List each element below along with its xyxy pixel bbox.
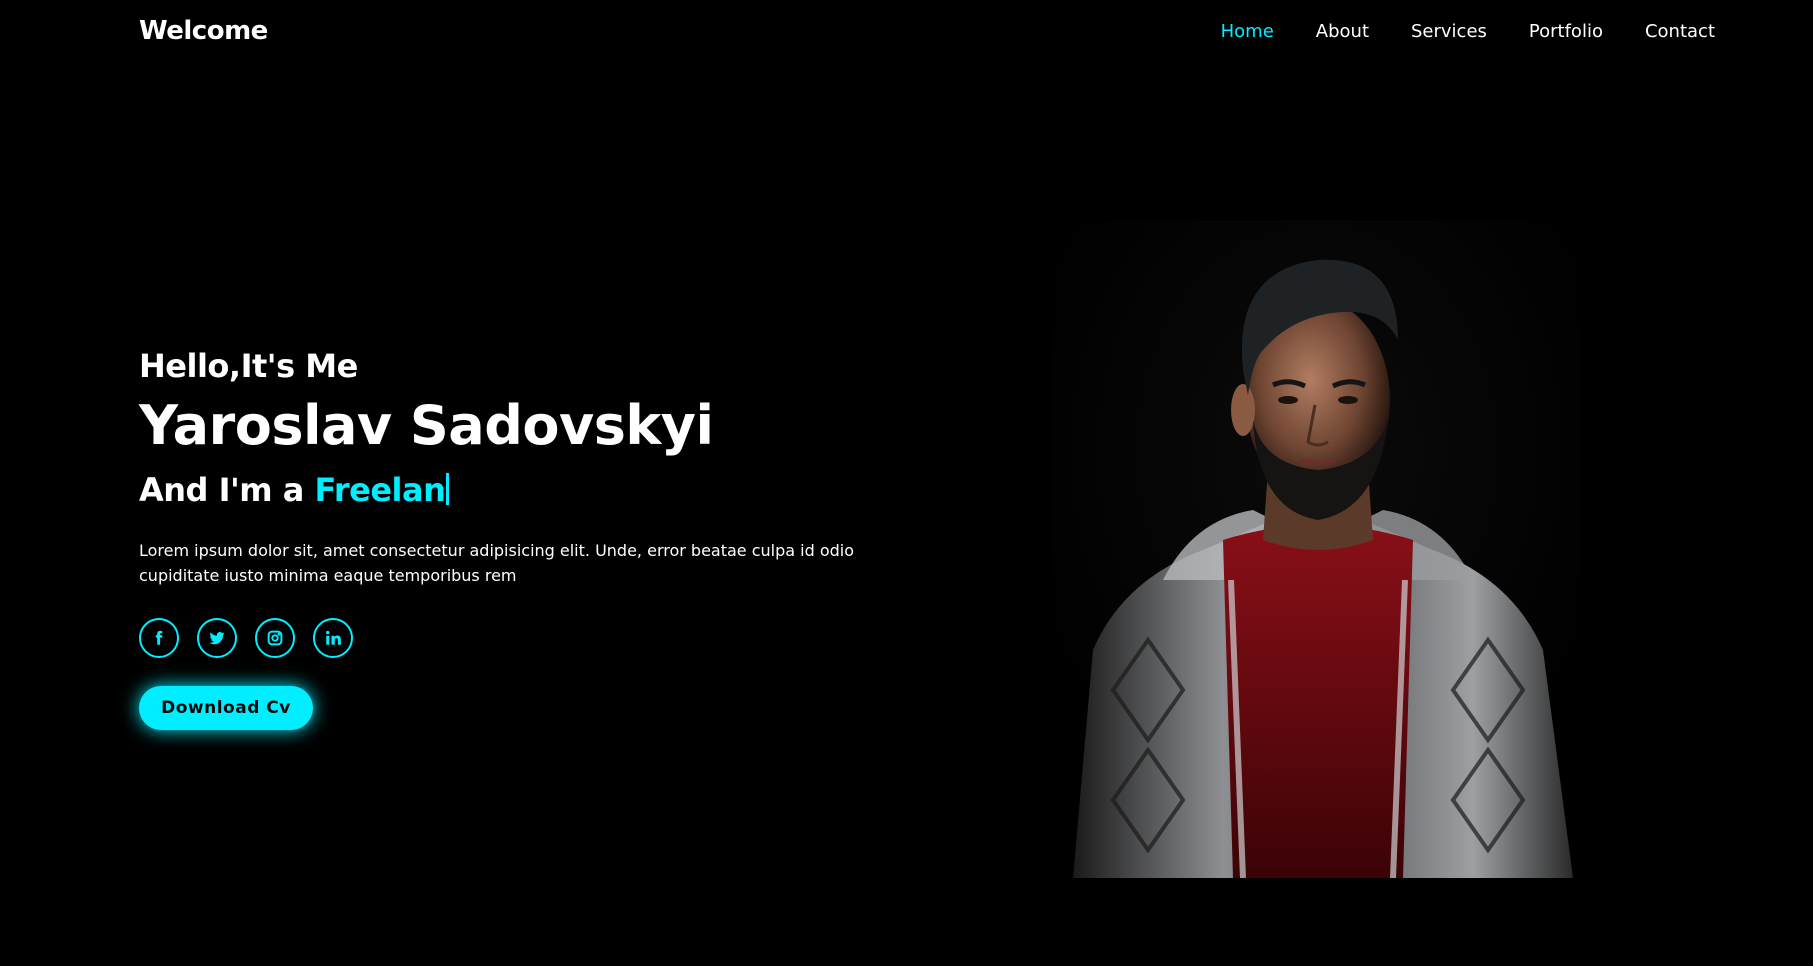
typing-cursor: [446, 473, 450, 505]
hero-name: Yaroslav Sadovskyi: [139, 394, 714, 457]
portrait-illustration: [1053, 220, 1581, 878]
linkedin-icon: [326, 630, 341, 645]
nav-services[interactable]: Services: [1411, 21, 1487, 42]
instagram-icon: [267, 630, 283, 646]
main-nav: Home About Services Portfolio Contact: [1221, 21, 1715, 42]
header: Welcome Home About Services Portfolio Co…: [139, 0, 1715, 62]
role-prefix: And I'm a: [139, 471, 315, 509]
page: Welcome Home About Services Portfolio Co…: [0, 0, 1813, 966]
hero-description: Lorem ipsum dolor sit, amet consectetur …: [139, 541, 855, 585]
nav-contact[interactable]: Contact: [1645, 21, 1715, 42]
twitter-icon: [209, 632, 225, 645]
instagram-link[interactable]: [255, 618, 295, 658]
download-cv-button[interactable]: Download Cv: [139, 686, 313, 730]
social-links: [139, 618, 899, 658]
nav-home[interactable]: Home: [1221, 21, 1274, 42]
role-typed: Freelan: [314, 471, 446, 509]
facebook-icon: [155, 630, 163, 645]
logo[interactable]: Welcome: [139, 16, 268, 46]
nav-about[interactable]: About: [1316, 21, 1369, 42]
role-line: And I'm a Freelan: [139, 460, 899, 520]
hero-section: Hello,It's Me Yaroslav Sadovskyi And I'm…: [139, 340, 899, 730]
twitter-link[interactable]: [197, 618, 237, 658]
portrait-photo: [1053, 220, 1581, 878]
nav-portfolio[interactable]: Portfolio: [1529, 21, 1603, 42]
greeting: Hello,It's Me: [139, 347, 358, 385]
linkedin-link[interactable]: [313, 618, 353, 658]
facebook-link[interactable]: [139, 618, 179, 658]
